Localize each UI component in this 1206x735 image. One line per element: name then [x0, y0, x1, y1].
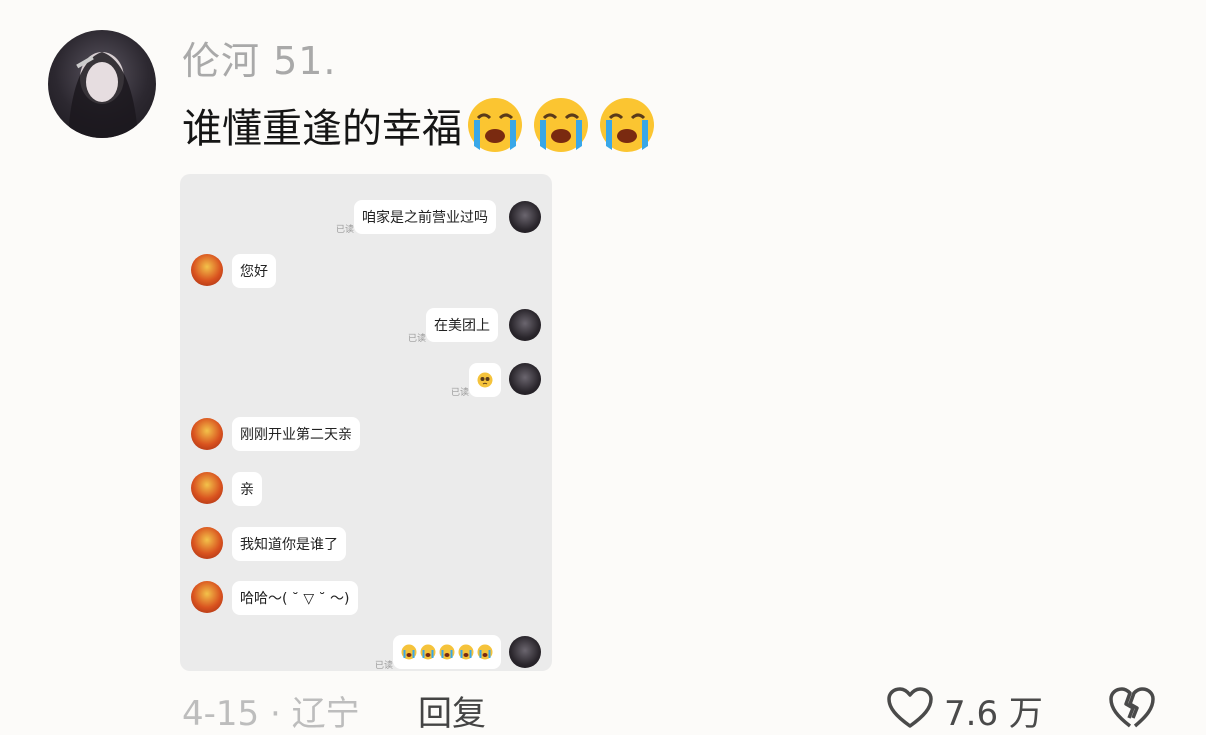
loudly-crying-face-icon: [477, 644, 493, 660]
comment-text: 谁懂重逢的幸福: [182, 96, 656, 154]
shop-avatar: [191, 254, 223, 286]
chat-bubble-received: 我知道你是谁了: [232, 527, 346, 561]
broken-heart-icon[interactable]: [1108, 686, 1156, 730]
chat-bubble-sent: 咱家是之前营业过吗: [354, 200, 496, 234]
read-receipt: 已读: [336, 225, 355, 235]
sender-avatar: [509, 363, 541, 395]
chat-bubble-sent: 在美团上: [426, 308, 498, 342]
read-receipt: 已读: [451, 388, 470, 398]
pleading-face-icon: [477, 372, 493, 388]
shop-avatar: [191, 527, 223, 559]
loudly-crying-face-icon: [468, 98, 522, 152]
loudly-crying-face-icon: [534, 98, 588, 152]
chat-bubble-received: 您好: [232, 254, 276, 288]
loudly-crying-face-icon: [420, 644, 436, 660]
chat-bubble-sent-emoji: [469, 363, 501, 397]
read-receipt: 已读: [408, 334, 427, 344]
chat-bubble-received: 刚刚开业第二天亲: [232, 417, 360, 451]
read-receipt: 已读: [375, 661, 394, 671]
chat-bubble-sent-emoji: [393, 635, 501, 669]
like-count: 7.6 万: [944, 694, 1043, 734]
sender-avatar: [509, 636, 541, 668]
chat-bubble-received: 哈哈～( ˘ ▽ ˘ ～): [232, 581, 358, 615]
shop-avatar: [191, 472, 223, 504]
commenter-avatar[interactable]: [48, 30, 156, 138]
comment-body: 谁懂重逢的幸福: [182, 106, 462, 152]
shop-avatar: [191, 418, 223, 450]
sender-avatar: [509, 309, 541, 341]
comment-date-location: 4-15 · 辽宁: [182, 694, 360, 734]
loudly-crying-face-icon: [401, 644, 417, 660]
commenter-username[interactable]: 伦河 51.: [182, 30, 337, 85]
chat-screenshot-image[interactable]: 已读 咱家是之前营业过吗 您好 已读 在美团上 已读 刚刚开业第二天亲 亲 我知…: [180, 174, 552, 671]
reply-button[interactable]: 回复: [418, 686, 486, 735]
comment-emoji-row: [466, 96, 656, 154]
heart-icon[interactable]: [886, 686, 934, 730]
loudly-crying-face-icon: [458, 644, 474, 660]
shop-avatar: [191, 581, 223, 613]
loudly-crying-face-icon: [439, 644, 455, 660]
chat-bubble-received: 亲: [232, 472, 262, 506]
loudly-crying-face-icon: [600, 98, 654, 152]
sender-avatar: [509, 201, 541, 233]
